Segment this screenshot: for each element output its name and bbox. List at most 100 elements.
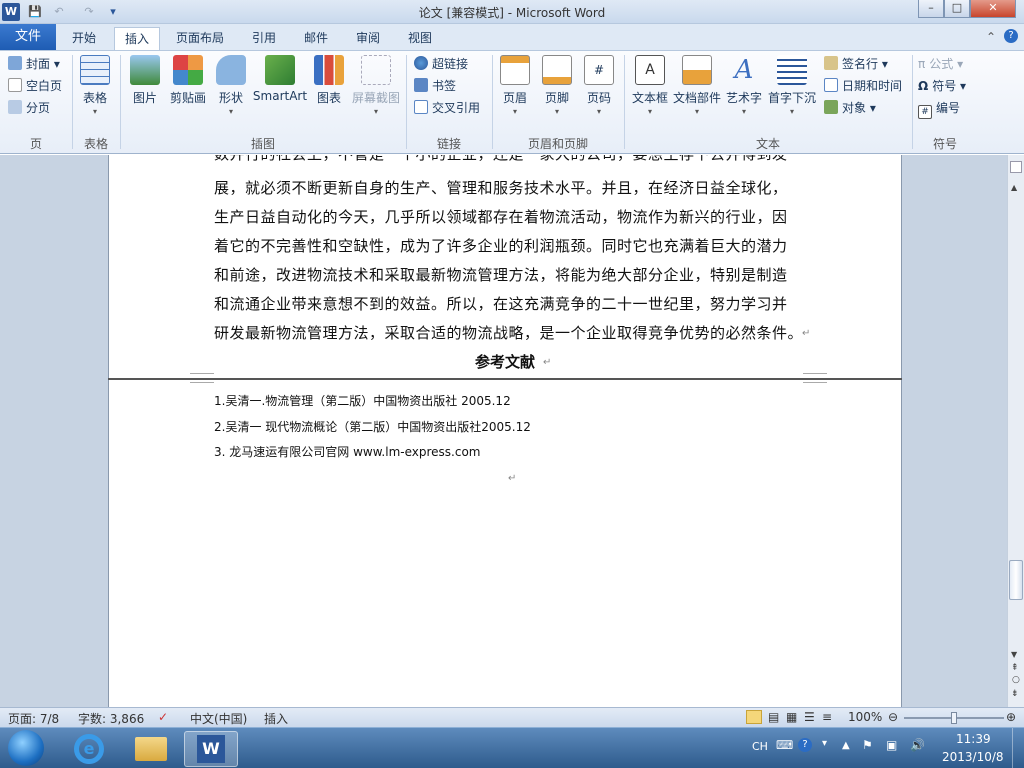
quick-parts-icon xyxy=(682,55,712,85)
ime-options-icon[interactable]: ▾ xyxy=(822,738,827,749)
clip-art-button[interactable]: 剪贴画 xyxy=(166,55,210,106)
margin-marker xyxy=(803,373,827,383)
web-layout-view-icon[interactable]: ▦ xyxy=(786,710,797,724)
help-icon[interactable]: ? xyxy=(1004,29,1018,43)
tab-view[interactable]: 视图 xyxy=(398,27,442,50)
start-button-icon[interactable] xyxy=(8,730,44,766)
file-explorer-taskbar-icon[interactable] xyxy=(124,731,178,767)
draft-view-icon[interactable]: ≡ xyxy=(822,710,832,724)
margin-marker xyxy=(190,373,214,383)
tab-mailings[interactable]: 邮件 xyxy=(294,27,338,50)
ruler-toggle-icon[interactable] xyxy=(1010,161,1022,173)
clock-date[interactable]: 2013/10/8 xyxy=(942,750,1004,764)
cross-reference-button[interactable]: 交叉引用 xyxy=(414,99,480,117)
object-button[interactable]: 对象 ▾ xyxy=(824,99,876,117)
shapes-button[interactable]: 形状 ▾ xyxy=(214,55,248,116)
internet-explorer-taskbar-icon[interactable]: e xyxy=(62,731,116,767)
body-text-line: 生产日益自动化的今天，几乎所以领域都存在着物流活动，物流作为新兴的行业，因 xyxy=(214,208,788,226)
pi-icon: π xyxy=(918,57,926,71)
page-number-button[interactable]: # 页码 ▾ xyxy=(582,55,616,116)
collapse-ribbon-icon[interactable]: ⌃ xyxy=(986,30,996,44)
hyperlink-button[interactable]: 超链接 xyxy=(414,55,468,73)
full-screen-view-icon[interactable]: ▤ xyxy=(768,710,779,724)
action-center-flag-icon[interactable]: ⚑ xyxy=(862,738,873,752)
chart-button[interactable]: 图表 xyxy=(312,55,346,106)
previous-page-icon[interactable]: ⇞ xyxy=(1011,663,1019,673)
tab-page-layout[interactable]: 页面布局 xyxy=(166,27,234,50)
date-time-button[interactable]: 日期和时间 xyxy=(824,77,902,95)
symbol-button[interactable]: Ω 符号 ▾ xyxy=(918,77,966,95)
signature-line-button[interactable]: 签名行 ▾ xyxy=(824,55,888,73)
picture-icon xyxy=(130,55,160,85)
next-page-icon[interactable]: ⇟ xyxy=(1011,689,1019,699)
title-bar: W 💾 ↶ ↷ ▾ 论文 [兼容模式] - Microsoft Word – □… xyxy=(0,0,1024,24)
show-hidden-icons-icon[interactable]: ▲ xyxy=(842,740,850,751)
scroll-down-arrow-icon[interactable]: ▼ xyxy=(1011,650,1017,659)
page-number-icon: # xyxy=(584,55,614,85)
header-button[interactable]: 页眉 ▾ xyxy=(498,55,532,116)
network-icon[interactable]: ▣ xyxy=(886,738,897,752)
body-text-line: 展，就必须不断更新自身的生产、管理和服务技术水平。并且，在经济日益全球化， xyxy=(214,179,788,197)
table-group-label: 表格 xyxy=(83,137,108,151)
language-indicator[interactable]: 中文(中国) xyxy=(190,710,247,727)
numbering-icon: # xyxy=(918,105,932,119)
show-desktop-button[interactable] xyxy=(1012,728,1024,768)
quick-parts-button[interactable]: 文档部件 ▾ xyxy=(672,55,722,116)
zoom-slider-thumb[interactable] xyxy=(951,712,957,724)
close-button[interactable]: ✕ xyxy=(970,0,1016,18)
tab-references[interactable]: 引用 xyxy=(242,27,286,50)
word-count[interactable]: 字数: 3,866 xyxy=(78,710,144,727)
minimize-button[interactable]: – xyxy=(918,0,944,18)
footer-button[interactable]: 页脚 ▾ xyxy=(540,55,574,116)
reference-item: 3. 龙马速运有限公司官网 www.lm-express.com xyxy=(214,445,481,459)
zoom-level[interactable]: 100% xyxy=(848,710,882,724)
page-group-label: 页 xyxy=(29,137,42,151)
body-text-line: 和流通企业带来意想不到的效益。所以，在这充满竞争的二十一世纪里，努力学习并 xyxy=(214,295,788,313)
numbering-button[interactable]: # 编号 xyxy=(918,99,960,119)
tab-file[interactable]: 文件 xyxy=(0,24,56,50)
references-heading: 参考文献 xyxy=(475,353,536,371)
page-count[interactable]: 页面: 7/8 xyxy=(8,710,59,727)
print-layout-view-icon[interactable] xyxy=(746,710,762,724)
zoom-out-icon[interactable]: ⊖ xyxy=(888,710,898,724)
text-box-button[interactable]: A 文本框 ▾ xyxy=(630,55,670,116)
picture-button[interactable]: 图片 xyxy=(128,55,162,106)
tab-insert[interactable]: 插入 xyxy=(114,27,161,50)
vertical-scrollbar[interactable]: ▲ ▼ ⇞ ○ ⇟ xyxy=(1007,155,1024,707)
wordart-button[interactable]: A 艺术字 ▾ xyxy=(724,55,764,116)
paragraph-mark: ↵ xyxy=(508,473,517,484)
page-top-clip: 数并行的社会上，不管是一个小的企业，还是一家大的公司，要想生存下去并得到发 xyxy=(108,155,902,163)
input-language-indicator[interactable]: CH xyxy=(752,740,768,753)
tab-review[interactable]: 审阅 xyxy=(346,27,390,50)
scroll-up-arrow-icon[interactable]: ▲ xyxy=(1011,183,1017,192)
table-button[interactable]: 表格 ▾ xyxy=(78,55,112,116)
proofing-icon[interactable]: ✓ xyxy=(158,710,168,724)
scroll-thumb[interactable] xyxy=(1009,560,1023,600)
word-taskbar-icon[interactable]: W xyxy=(184,731,238,767)
status-bar: 页面: 7/8 字数: 3,866 ✓ 中文(中国) 插入 ▤ ▦ ☰ ≡ 10… xyxy=(0,707,1024,727)
zoom-in-icon[interactable]: ⊕ xyxy=(1006,710,1016,724)
hyperlink-icon xyxy=(414,56,428,70)
tab-home[interactable]: 开始 xyxy=(62,27,106,50)
ribbon: 封面 ▾ 空白页 分页 页 表格 ▾ 表格 图片 剪贴画 形状 ▾ SmartArt… xyxy=(0,50,1024,154)
paragraph-mark: ↵ xyxy=(802,328,811,339)
screenshot-button[interactable]: 屏幕截图 ▾ xyxy=(350,55,402,116)
blank-page-button[interactable]: 空白页 xyxy=(8,77,62,95)
equation-button[interactable]: π 公式 ▾ xyxy=(918,55,963,73)
clock-time[interactable]: 11:39 xyxy=(956,732,991,746)
browse-object-icon[interactable]: ○ xyxy=(1012,675,1020,685)
smartart-button[interactable]: SmartArt xyxy=(252,55,308,103)
screenshot-icon xyxy=(361,55,391,85)
keyboard-icon[interactable]: ⌨ xyxy=(776,738,793,752)
ime-help-icon[interactable]: ? xyxy=(798,738,812,752)
page-break-button[interactable]: 分页 xyxy=(8,99,50,117)
outline-view-icon[interactable]: ☰ xyxy=(804,710,815,724)
insert-mode-indicator[interactable]: 插入 xyxy=(264,710,288,727)
maximize-button[interactable]: □ xyxy=(944,0,970,18)
drop-cap-button[interactable]: 首字下沉 ▾ xyxy=(766,55,818,116)
body-text-line: 和前途，改进物流技术和采取最新物流管理方法，将能为绝大部分企业，特别是制造 xyxy=(214,266,788,284)
bookmark-button[interactable]: 书签 xyxy=(414,77,456,95)
cover-page-button[interactable]: 封面 ▾ xyxy=(8,55,60,73)
volume-icon[interactable]: 🔊 xyxy=(910,738,925,752)
date-time-icon xyxy=(824,78,838,92)
